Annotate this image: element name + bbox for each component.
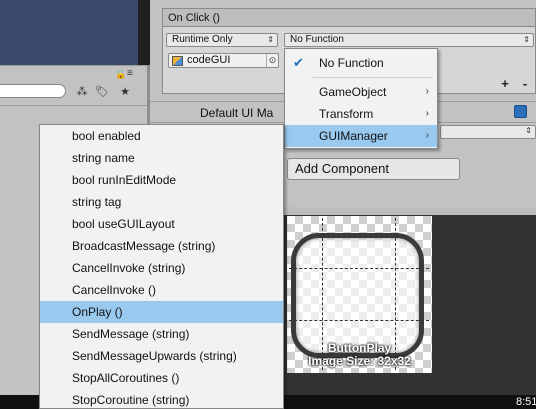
dropdown-arrow-icon: ⇕ xyxy=(523,35,530,44)
method-item[interactable]: CancelInvoke (string) xyxy=(40,257,283,279)
menu-separator xyxy=(313,77,433,78)
method-item[interactable]: bool runInEditMode xyxy=(40,169,283,191)
material-name: Default UI Ma xyxy=(200,106,274,120)
taskbar-clock: 8:51 xyxy=(516,396,536,408)
menu-item-gameobject[interactable]: GameObject › xyxy=(285,81,437,103)
target-object-name: codeGUI xyxy=(187,54,231,66)
favorite-star-icon[interactable]: ★ xyxy=(115,83,135,101)
runtime-select[interactable]: Runtime Only ⇕ xyxy=(166,33,278,47)
check-icon: ✔ xyxy=(293,55,304,70)
target-object-field[interactable]: codeGUI ⊙ xyxy=(168,53,279,68)
add-listener-button[interactable]: + xyxy=(496,77,514,91)
runtime-select-value: Runtime Only xyxy=(172,34,233,45)
help-book-icon[interactable] xyxy=(514,105,527,118)
method-item[interactable]: SendMessageUpwards (string) xyxy=(40,345,283,367)
function-select-value: No Function xyxy=(290,34,344,45)
shader-select[interactable]: ⇕ xyxy=(440,125,536,139)
menu-item-guimanager[interactable]: GUIManager › xyxy=(285,125,437,147)
menu-item-label: No Function xyxy=(319,56,384,70)
menu-item-label: GUIManager xyxy=(319,129,388,143)
filter-type-icon[interactable]: ⁂ xyxy=(72,83,92,101)
scene-scrollbar[interactable] xyxy=(138,0,150,65)
method-item[interactable]: bool useGUILayout xyxy=(40,213,283,235)
method-item[interactable]: CancelInvoke () xyxy=(40,279,283,301)
gameobject-cube-icon xyxy=(172,56,183,66)
sprite-size-label: Image Size: 32x32 xyxy=(308,354,411,368)
button-sprite-image xyxy=(291,233,424,358)
inspector-top xyxy=(150,0,536,8)
method-item[interactable]: bool enabled xyxy=(40,125,283,147)
menu-item-label: GameObject xyxy=(319,85,387,99)
method-item[interactable]: StopCoroutine (string) xyxy=(40,389,283,408)
dropdown-arrow-icon: ⇕ xyxy=(525,126,532,135)
menu-item-label: Transform xyxy=(319,107,374,121)
method-item[interactable]: BroadcastMessage (string) xyxy=(40,235,283,257)
tag-icon[interactable]: 🏷 xyxy=(92,83,112,101)
onclick-header: On Click () xyxy=(163,9,535,27)
remove-listener-button[interactable]: - xyxy=(516,77,534,91)
add-component-button[interactable]: Add Component xyxy=(287,158,460,180)
method-item[interactable]: string tag xyxy=(40,191,283,213)
method-item-onplay[interactable]: OnPlay () xyxy=(40,301,283,323)
submenu-arrow-icon: › xyxy=(425,86,429,97)
guimanager-method-menu: bool enabled string name bool runInEditM… xyxy=(39,124,284,409)
submenu-arrow-icon: › xyxy=(425,130,429,141)
slice-guide-top xyxy=(289,268,429,269)
scene-view[interactable] xyxy=(0,0,150,65)
menu-item-no-function[interactable]: ✔ No Function xyxy=(285,52,437,74)
menu-item-transform[interactable]: Transform › xyxy=(285,103,437,125)
method-item[interactable]: SendMessage (string) xyxy=(40,323,283,345)
dropdown-arrow-icon: ⇕ xyxy=(267,35,274,44)
method-item[interactable]: string name xyxy=(40,147,283,169)
method-item[interactable]: StopAllCoroutines () xyxy=(40,367,283,389)
panel-menu-icon[interactable]: ≡ xyxy=(127,68,133,79)
slice-guide-bottom xyxy=(289,320,429,321)
function-popup-menu: ✔ No Function GameObject › Transform › G… xyxy=(284,48,438,149)
sprite-name-label: ButtonPlay xyxy=(327,341,392,355)
object-picker-icon[interactable]: ⊙ xyxy=(266,54,278,67)
lock-icon[interactable]: 🔒 xyxy=(115,69,126,80)
project-search-input[interactable] xyxy=(0,84,66,98)
unity-editor-window: 🔒 ≡ ⁂ 🏷 ★ On Click () Runtime Only ⇕ No … xyxy=(0,0,536,409)
project-toolbar: 🔒 ≡ ⁂ 🏷 ★ xyxy=(0,65,147,105)
submenu-arrow-icon: › xyxy=(425,108,429,119)
function-select[interactable]: No Function ⇕ xyxy=(284,33,534,47)
